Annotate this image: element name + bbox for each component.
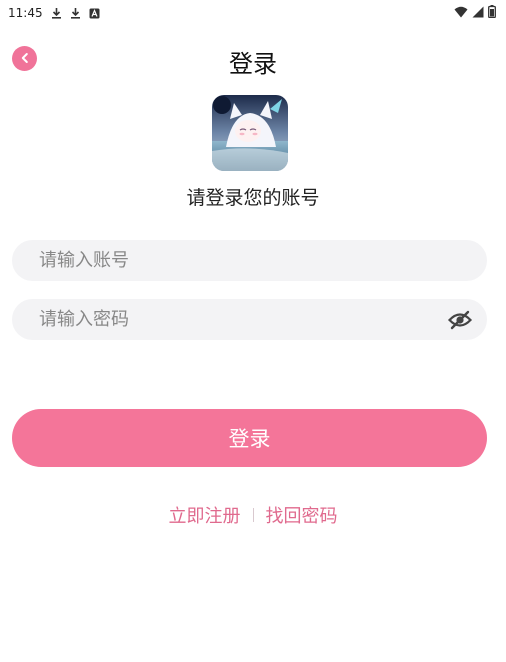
a-notification-icon (89, 8, 100, 19)
download-icon (70, 7, 81, 19)
status-time: 11:45 (8, 6, 43, 20)
password-input[interactable] (39, 309, 447, 330)
login-screen: 11:45 登录 请登录您的账号 请输入账号 登录 立即注册 找回密码 (0, 0, 506, 662)
status-bar: 11:45 (0, 0, 506, 26)
register-link[interactable]: 立即注册 (169, 502, 241, 528)
account-field (12, 240, 487, 281)
signal-icon (472, 6, 484, 21)
eye-off-icon[interactable] (447, 307, 473, 333)
battery-icon (488, 5, 496, 21)
page-title: 登录 (229, 50, 277, 78)
recover-password-link[interactable]: 找回密码 (266, 502, 338, 528)
link-divider (252, 508, 254, 522)
wifi-icon (454, 6, 468, 21)
login-subtitle: 请登录您的账号 (186, 187, 320, 209)
download-icon (51, 7, 62, 19)
status-right (454, 5, 496, 21)
bottom-links: 立即注册 找回密码 (0, 502, 506, 528)
status-left: 11:45 (8, 6, 100, 20)
app-avatar (212, 95, 288, 171)
login-button[interactable]: 登录 (12, 409, 487, 467)
password-field (12, 299, 487, 340)
account-input[interactable] (39, 250, 473, 271)
